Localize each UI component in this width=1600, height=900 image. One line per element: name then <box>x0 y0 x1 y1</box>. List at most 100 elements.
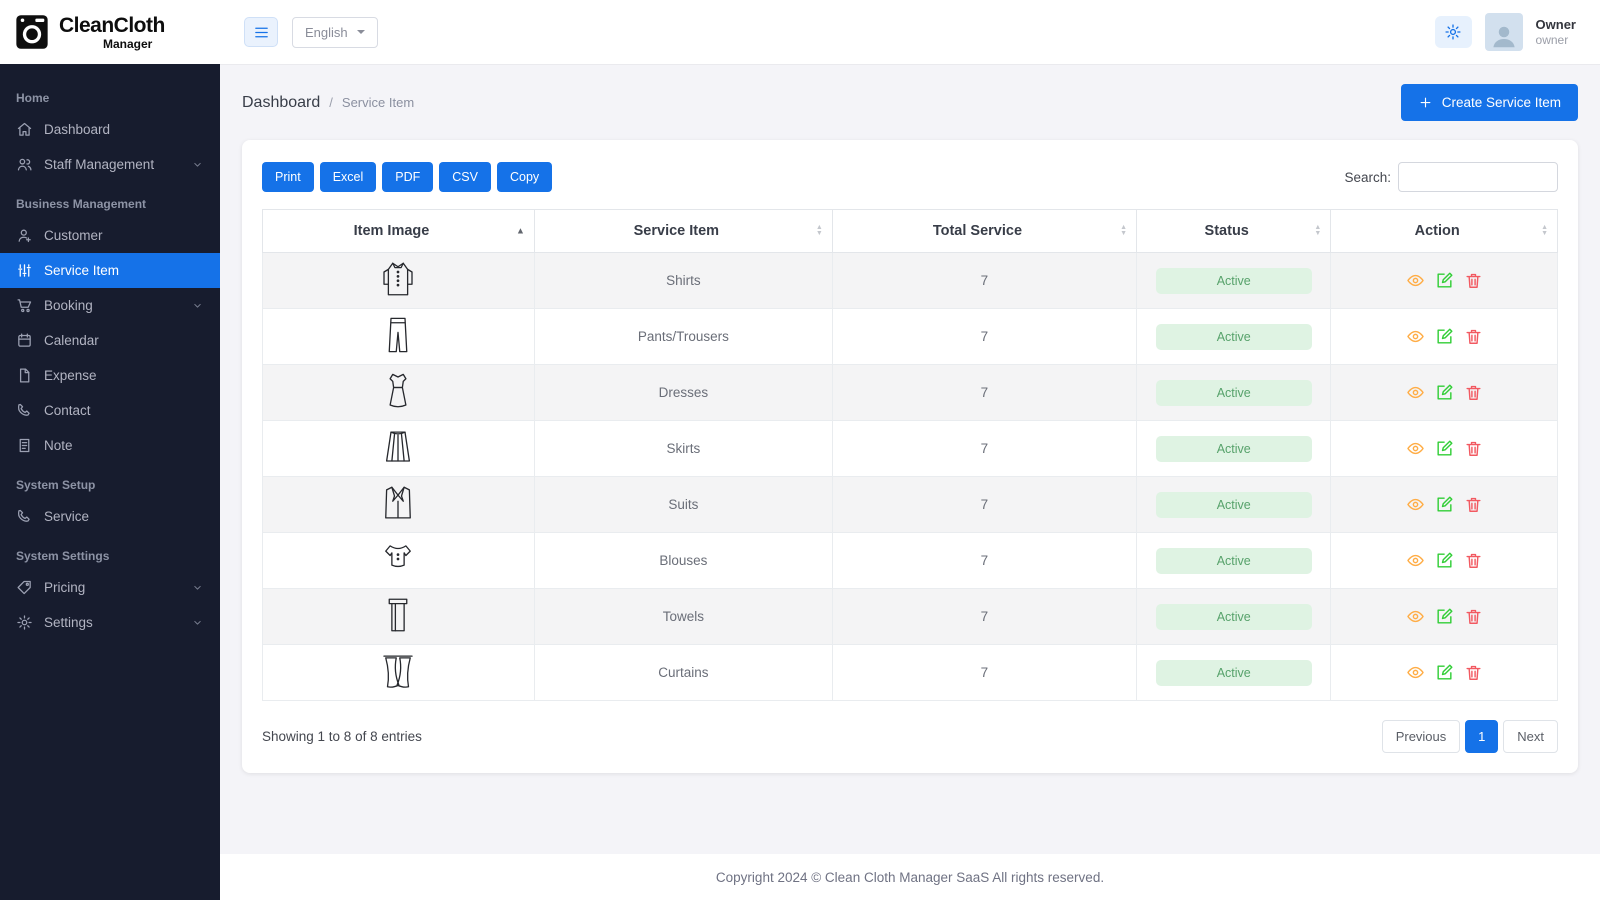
delete-button[interactable] <box>1464 327 1483 346</box>
next-page-button[interactable]: Next <box>1503 720 1558 753</box>
settings-button[interactable] <box>1435 16 1472 48</box>
app-logo[interactable]: CleanCloth Manager <box>0 0 220 64</box>
sort-icon: ▲▼ <box>1541 225 1548 237</box>
column-header-action[interactable]: Action ▲▼ <box>1331 210 1558 253</box>
column-header-item-image[interactable]: Item Image▲ <box>263 210 535 253</box>
sidebar-section-header: Home <box>0 76 220 112</box>
edit-button[interactable] <box>1435 383 1454 402</box>
action-cell <box>1331 309 1558 365</box>
sidebar-item-label: Settings <box>44 615 93 630</box>
pagination: Previous 1 Next <box>1382 720 1558 753</box>
user-role: owner <box>1536 33 1576 47</box>
view-button[interactable] <box>1406 607 1425 626</box>
sidebar-item-staff-management[interactable]: Staff Management <box>0 147 220 182</box>
view-button[interactable] <box>1406 271 1425 290</box>
sidebar-item-service-item[interactable]: Service Item <box>0 253 220 288</box>
sidebar-item-service[interactable]: Service <box>0 499 220 534</box>
sidebar-item-settings[interactable]: Settings <box>0 605 220 640</box>
service-item-card: PrintExcelPDFCSVCopy Search: Item Image▲… <box>242 140 1578 773</box>
status-cell: Active <box>1137 477 1331 533</box>
delete-button[interactable] <box>1464 607 1483 626</box>
view-button[interactable] <box>1406 327 1425 346</box>
cart-icon <box>16 297 33 314</box>
breadcrumb-current: Service Item <box>342 95 414 110</box>
sidebar-item-calendar[interactable]: Calendar <box>0 323 220 358</box>
sidebar-item-expense[interactable]: Expense <box>0 358 220 393</box>
person-icon <box>1489 21 1519 51</box>
language-dropdown[interactable]: English <box>292 17 378 48</box>
view-button[interactable] <box>1406 439 1425 458</box>
column-label: Action <box>1415 223 1460 239</box>
item-image-cell <box>263 421 535 477</box>
previous-page-button[interactable]: Previous <box>1382 720 1461 753</box>
edit-button[interactable] <box>1435 271 1454 290</box>
sidebar-item-booking[interactable]: Booking <box>0 288 220 323</box>
main-area: English Owner owner Dashboard / <box>220 0 1600 900</box>
edit-button[interactable] <box>1435 495 1454 514</box>
sidebar-item-note[interactable]: Note <box>0 428 220 463</box>
delete-button[interactable] <box>1464 271 1483 290</box>
export-print-button[interactable]: Print <box>262 162 314 192</box>
table-row: Blouses7Active <box>263 533 1558 589</box>
home-icon <box>16 121 33 138</box>
phone-icon <box>16 402 33 419</box>
curtains-icon <box>377 650 419 692</box>
item-image-cell <box>263 589 535 645</box>
skirt-icon <box>377 426 419 468</box>
avatar[interactable] <box>1485 13 1523 51</box>
edit-button[interactable] <box>1435 551 1454 570</box>
logo-line2: Manager <box>103 38 165 50</box>
column-label: Total Service <box>933 223 1022 239</box>
export-pdf-button[interactable]: PDF <box>382 162 433 192</box>
delete-button[interactable] <box>1464 495 1483 514</box>
create-service-item-button[interactable]: Create Service Item <box>1401 84 1578 121</box>
column-header-status[interactable]: Status▲▼ <box>1137 210 1331 253</box>
action-cell <box>1331 253 1558 309</box>
delete-button[interactable] <box>1464 383 1483 402</box>
breadcrumb-dashboard[interactable]: Dashboard <box>242 94 320 112</box>
sidebar-toggle-button[interactable] <box>244 17 278 47</box>
table-toolbar: PrintExcelPDFCSVCopy Search: <box>262 162 1558 192</box>
edit-button[interactable] <box>1435 327 1454 346</box>
edit-button[interactable] <box>1435 663 1454 682</box>
sidebar: CleanCloth Manager HomeDashboardStaff Ma… <box>0 0 220 900</box>
page-1-button[interactable]: 1 <box>1465 720 1498 753</box>
status-badge: Active <box>1156 380 1312 406</box>
delete-button[interactable] <box>1464 439 1483 458</box>
view-button[interactable] <box>1406 551 1425 570</box>
delete-button[interactable] <box>1464 551 1483 570</box>
column-header-service-item[interactable]: Service Item▲▼ <box>534 210 832 253</box>
status-badge: Active <box>1156 604 1312 630</box>
total-service-cell: 7 <box>832 421 1136 477</box>
edit-button[interactable] <box>1435 607 1454 626</box>
topbar: English Owner owner <box>220 0 1600 64</box>
sidebar-item-contact[interactable]: Contact <box>0 393 220 428</box>
action-cell <box>1331 421 1558 477</box>
calendar-icon <box>16 332 33 349</box>
edit-button[interactable] <box>1435 439 1454 458</box>
table-row: Suits7Active <box>263 477 1558 533</box>
column-header-total-service[interactable]: Total Service▲▼ <box>832 210 1136 253</box>
action-cell <box>1331 365 1558 421</box>
sidebar-item-dashboard[interactable]: Dashboard <box>0 112 220 147</box>
delete-button[interactable] <box>1464 663 1483 682</box>
view-button[interactable] <box>1406 663 1425 682</box>
export-copy-button[interactable]: Copy <box>497 162 552 192</box>
washing-machine-icon <box>13 13 51 51</box>
sidebar-item-label: Contact <box>44 403 91 418</box>
view-button[interactable] <box>1406 495 1425 514</box>
towel-icon <box>377 594 419 636</box>
shirt-icon <box>377 258 419 300</box>
sidebar-item-label: Booking <box>44 298 93 313</box>
export-csv-button[interactable]: CSV <box>439 162 491 192</box>
export-excel-button[interactable]: Excel <box>320 162 377 192</box>
service-item-cell: Curtains <box>534 645 832 701</box>
phone-icon <box>16 508 33 525</box>
view-button[interactable] <box>1406 383 1425 402</box>
sidebar-item-pricing[interactable]: Pricing <box>0 570 220 605</box>
sidebar-item-customer[interactable]: Customer <box>0 218 220 253</box>
search-input[interactable] <box>1398 162 1558 192</box>
dress-icon <box>377 370 419 412</box>
action-cell <box>1331 589 1558 645</box>
search-label: Search: <box>1344 170 1391 185</box>
